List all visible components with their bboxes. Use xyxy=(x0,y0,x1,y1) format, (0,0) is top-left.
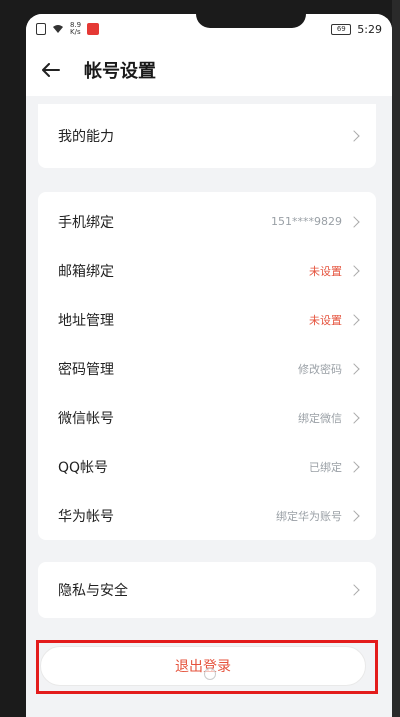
tap-indicator xyxy=(204,668,216,680)
clock: 5:29 xyxy=(357,22,382,36)
row-label: 我的能力 xyxy=(58,129,114,145)
abilities-card: 我的能力 xyxy=(38,104,376,168)
row-value: 修改密码 xyxy=(298,362,342,376)
row-value: 151****9829 xyxy=(271,215,342,228)
battery-icon: 69 xyxy=(331,23,352,35)
status-left: 8.9 K/s xyxy=(36,22,100,36)
row-huawei-account[interactable]: 华为帐号 绑定华为账号 xyxy=(38,491,376,540)
row-privacy-security[interactable]: 隐私与安全 xyxy=(38,562,376,618)
chevron-right-icon xyxy=(348,215,360,228)
camera-notch xyxy=(196,14,306,28)
notification-app-icon xyxy=(87,23,100,35)
row-label: 微信帐号 xyxy=(58,410,114,427)
row-label: 密码管理 xyxy=(58,361,114,378)
chevron-right-icon xyxy=(348,509,360,522)
row-value: 未设置 xyxy=(309,264,342,278)
highlight-annotation-box xyxy=(36,640,378,694)
arrow-left-icon[interactable] xyxy=(40,59,62,81)
network-speed-unit: K/s xyxy=(70,28,81,36)
row-value: 未设置 xyxy=(309,313,342,327)
privacy-card: 隐私与安全 xyxy=(38,562,376,618)
chevron-right-icon xyxy=(348,460,360,473)
row-label: 隐私与安全 xyxy=(58,583,128,599)
header: 帐号设置 xyxy=(26,44,392,96)
screen: 8.9 K/s 69 5:29 帐号设置 我的能力 手机绑定 151****98… xyxy=(26,14,392,717)
network-speed: 8.9 K/s xyxy=(70,22,81,36)
row-label: 手机绑定 xyxy=(58,214,114,231)
row-qq-account[interactable]: QQ帐号 已绑定 xyxy=(38,442,376,491)
row-phone-binding[interactable]: 手机绑定 151****9829 xyxy=(38,197,376,246)
row-value: 已绑定 xyxy=(309,460,342,474)
wifi-icon xyxy=(52,24,64,34)
account-binding-card: 手机绑定 151****9829 邮箱绑定 未设置 地址管理 未设置 密码管理 … xyxy=(38,192,376,540)
chevron-right-icon xyxy=(348,264,360,277)
chevron-right-icon xyxy=(348,411,360,424)
chevron-right-icon xyxy=(348,584,360,596)
chevron-right-icon xyxy=(348,130,360,142)
row-value: 绑定华为账号 xyxy=(276,509,342,523)
battery-level: 69 xyxy=(336,25,346,33)
row-label: 地址管理 xyxy=(58,312,114,329)
row-password-management[interactable]: 密码管理 修改密码 xyxy=(38,344,376,393)
chevron-right-icon xyxy=(348,362,360,375)
row-label: QQ帐号 xyxy=(58,459,109,476)
row-value: 绑定微信 xyxy=(298,411,342,425)
row-my-abilities[interactable]: 我的能力 xyxy=(38,104,376,168)
page-title: 帐号设置 xyxy=(84,61,156,82)
status-right: 69 5:29 xyxy=(331,23,382,36)
sim-card-icon xyxy=(36,23,46,35)
chevron-right-icon xyxy=(348,313,360,326)
settings-content[interactable]: 我的能力 手机绑定 151****9829 邮箱绑定 未设置 地址管理 未设置 xyxy=(26,96,392,717)
logout-area: 退出登录 xyxy=(36,640,378,694)
row-wechat-account[interactable]: 微信帐号 绑定微信 xyxy=(38,393,376,442)
phone-side-edge xyxy=(392,0,400,717)
row-email-binding[interactable]: 邮箱绑定 未设置 xyxy=(38,246,376,295)
row-label: 华为帐号 xyxy=(58,508,114,525)
row-label: 邮箱绑定 xyxy=(58,263,114,280)
row-address-management[interactable]: 地址管理 未设置 xyxy=(38,295,376,344)
